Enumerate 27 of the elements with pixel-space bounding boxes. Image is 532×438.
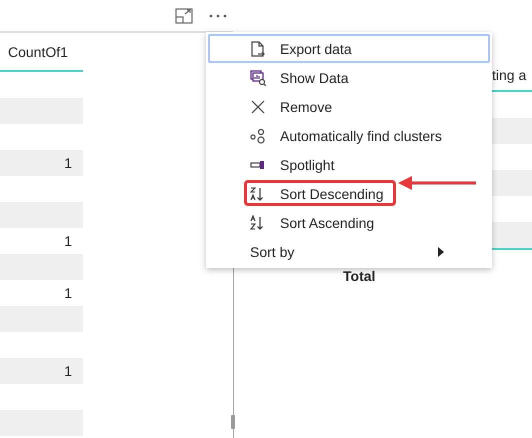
sort-ascending-icon [250, 214, 266, 230]
total-label: Total [343, 268, 376, 284]
submenu-arrow-icon [438, 246, 444, 256]
resize-handle[interactable] [231, 415, 235, 429]
table-row [492, 170, 532, 196]
table-cell-text: 1 [63, 284, 73, 303]
column-header[interactable]: CountOf1 [0, 33, 83, 72]
table-cell: 1 [0, 150, 83, 176]
document-arrow-icon [250, 40, 266, 56]
menu-item[interactable]: Sort by [208, 237, 490, 266]
menu-item[interactable]: Automatically find clusters [208, 121, 490, 150]
sort-descending-icon [250, 186, 266, 202]
close-icon [250, 98, 266, 114]
chart-magnifier-icon [250, 70, 266, 86]
table-cell-text: 1 [63, 232, 73, 251]
menu-item[interactable]: Spotlight [208, 150, 490, 179]
menu-item[interactable]: Show Data [208, 63, 490, 92]
menu-item[interactable]: Remove [208, 92, 490, 121]
table-row [492, 222, 532, 248]
focus-mode-icon[interactable] [175, 8, 193, 24]
more-options-icon[interactable] [209, 14, 227, 18]
table-row [492, 118, 532, 144]
menu-item[interactable]: Sort Ascending [208, 208, 490, 237]
circles-icon [250, 128, 266, 144]
menu-item[interactable]: Sort Descending [208, 179, 490, 208]
menu-item[interactable]: Export data [208, 34, 490, 63]
table-cell: 1 [0, 358, 83, 384]
